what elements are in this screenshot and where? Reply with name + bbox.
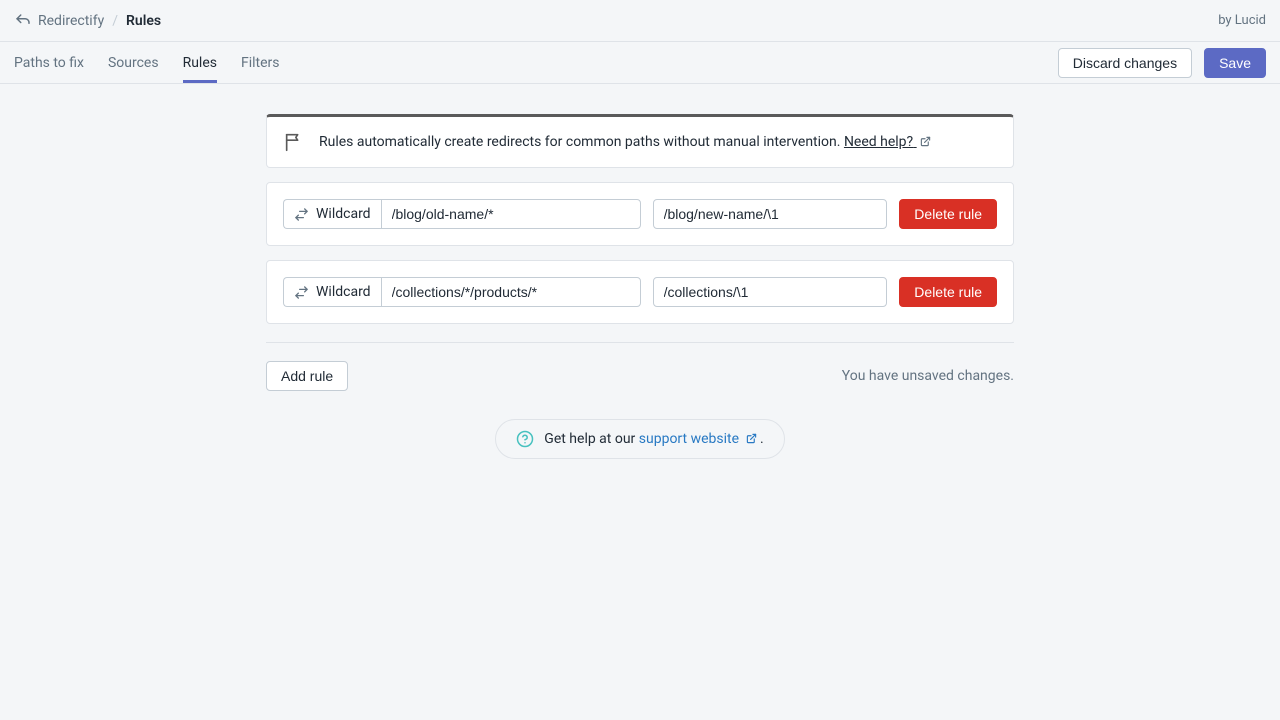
- banner-message: Rules automatically create redirects for…: [319, 134, 840, 150]
- pattern-group: Wildcard: [283, 277, 641, 307]
- info-banner: Rules automatically create redirects for…: [266, 114, 1014, 168]
- topbar: Redirectify / Rules by Lucid: [0, 0, 1280, 42]
- help-prefix: Get help at our: [544, 431, 638, 447]
- back-icon[interactable]: [14, 12, 32, 30]
- page-title: Rules: [126, 13, 161, 29]
- footer-row: Add rule You have unsaved changes.: [266, 342, 1014, 391]
- navrow: Paths to fix Sources Rules Filters Disca…: [0, 42, 1280, 84]
- external-link-icon: [920, 136, 931, 147]
- rule-type-selector[interactable]: Wildcard: [283, 277, 381, 307]
- rule-type-label: Wildcard: [316, 284, 371, 300]
- rule-row: Wildcard Delete rule: [266, 182, 1014, 246]
- tab-filters[interactable]: Filters: [241, 42, 280, 83]
- rule-type-label: Wildcard: [316, 206, 371, 222]
- pattern-group: Wildcard: [283, 199, 641, 229]
- need-help-link[interactable]: Need help?: [844, 134, 917, 150]
- swap-icon: [294, 207, 309, 222]
- save-button[interactable]: Save: [1204, 48, 1266, 78]
- byline: by Lucid: [1218, 13, 1266, 28]
- breadcrumb: Redirectify / Rules: [14, 12, 161, 30]
- tab-paths-to-fix[interactable]: Paths to fix: [14, 42, 84, 83]
- need-help-label: Need help?: [844, 134, 913, 150]
- flag-icon: [283, 131, 305, 153]
- breadcrumb-separator: /: [112, 13, 118, 29]
- tab-rules[interactable]: Rules: [183, 42, 217, 83]
- container: Rules automatically create redirects for…: [266, 114, 1014, 324]
- rule-row: Wildcard Delete rule: [266, 260, 1014, 324]
- rule-pattern-input[interactable]: [381, 277, 641, 307]
- support-website-link[interactable]: support website: [639, 431, 760, 447]
- help-icon: [516, 430, 534, 448]
- app-name[interactable]: Redirectify: [38, 13, 104, 29]
- rule-type-selector[interactable]: Wildcard: [283, 199, 381, 229]
- help-suffix: .: [760, 431, 764, 447]
- tabs: Paths to fix Sources Rules Filters: [14, 42, 280, 83]
- rule-pattern-input[interactable]: [381, 199, 641, 229]
- add-rule-button[interactable]: Add rule: [266, 361, 348, 391]
- rule-target-input[interactable]: [653, 277, 888, 307]
- unsaved-changes-message: You have unsaved changes.: [842, 368, 1014, 384]
- delete-rule-button[interactable]: Delete rule: [899, 277, 997, 307]
- swap-icon: [294, 285, 309, 300]
- tab-sources[interactable]: Sources: [108, 42, 159, 83]
- rule-target-input[interactable]: [653, 199, 888, 229]
- delete-rule-button[interactable]: Delete rule: [899, 199, 997, 229]
- support-website-label: support website: [639, 431, 739, 447]
- help-text: Get help at our support website .: [544, 431, 763, 447]
- help-pill: Get help at our support website .: [495, 419, 784, 459]
- main: Rules automatically create redirects for…: [0, 84, 1280, 459]
- banner-text: Rules automatically create redirects for…: [319, 134, 931, 150]
- external-link-icon: [746, 433, 757, 444]
- discard-changes-button[interactable]: Discard changes: [1058, 48, 1192, 78]
- nav-actions: Discard changes Save: [1058, 42, 1266, 83]
